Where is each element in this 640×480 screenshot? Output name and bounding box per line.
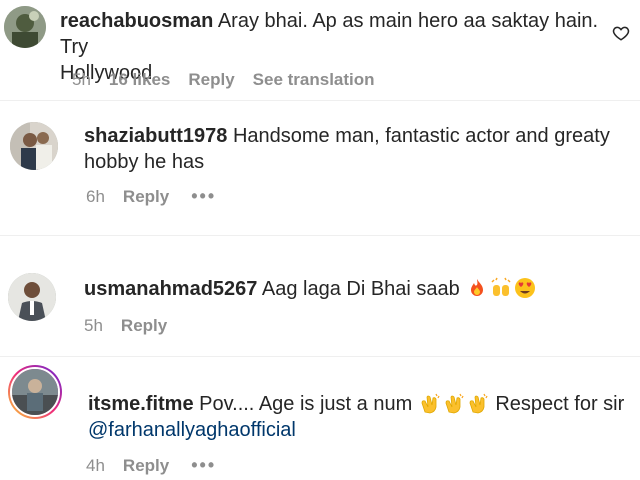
comment-username[interactable]: itsme.fitme [88, 393, 194, 415]
comment-body-line1: Pov.... Age is just a num [199, 393, 413, 415]
comment-body-line1: Handsome man, fantastic actor and greaty [232, 125, 610, 147]
fire-emoji-icon [471, 279, 484, 296]
clapping-hands-emoji-icon [421, 393, 440, 414]
avatar-image [4, 6, 46, 48]
comment-reachabuosman: reachabuosman Aray bhai. Ap as main hero… [0, 0, 640, 100]
comment-shaziabutt1978: shaziabutt1978 Handsome man, fantastic a… [0, 101, 640, 235]
heart-eyes-emoji-icon [515, 278, 536, 298]
avatar[interactable] [8, 273, 56, 321]
comment-body-after-emojis: Respect for sir [495, 393, 625, 415]
comment-text: itsme.fitme Pov.... Age is just a num Re… [88, 391, 628, 443]
comment-time: 6h [86, 186, 105, 206]
avatar [10, 367, 60, 417]
comment-body-line2: hobby he has [84, 151, 205, 173]
reply-button[interactable]: Reply [188, 70, 234, 90]
clapping-hands-emoji-icon [445, 393, 464, 414]
more-options-icon[interactable]: ••• [191, 186, 216, 207]
avatar-image [10, 122, 58, 170]
raising-hands-emoji-icon [491, 277, 511, 296]
avatar-image [8, 273, 56, 321]
comment-time: 4h [86, 455, 105, 475]
comment-meta: 5h 16 likes Reply See translation [72, 70, 375, 90]
comment-itsme-fitme: itsme.fitme Pov.... Age is just a num Re… [0, 357, 640, 480]
comment-meta: 4h Reply ••• [86, 455, 216, 476]
comment-time: 5h [84, 316, 103, 335]
clapping-hands-emoji-icon [469, 393, 488, 414]
mention-link[interactable]: @farhanallyaghaofficial [88, 419, 296, 441]
avatar[interactable] [4, 6, 46, 48]
reply-button[interactable]: Reply [123, 187, 169, 207]
comment-text: usmanahmad5267 Aag laga Di Bhai saab [84, 276, 624, 302]
see-translation-button[interactable]: See translation [253, 70, 375, 90]
avatar-image [12, 369, 58, 415]
heart-icon[interactable] [612, 24, 630, 42]
comment-time: 5h [72, 70, 91, 89]
likes-count[interactable]: 16 likes [109, 70, 170, 90]
avatar-story-ring[interactable] [8, 365, 62, 419]
comment-username[interactable]: shaziabutt1978 [84, 125, 227, 147]
reply-button[interactable]: Reply [123, 456, 169, 476]
comment-meta: 5h Reply [84, 316, 185, 336]
comment-usmanahmad5267: usmanahmad5267 Aag laga Di Bhai saab 5h … [0, 236, 640, 356]
avatar[interactable] [10, 122, 58, 170]
comment-meta: 6h Reply ••• [86, 186, 216, 207]
comment-body-line1: Aag laga Di Bhai saab [261, 278, 460, 300]
comment-username[interactable]: usmanahmad5267 [84, 278, 257, 300]
comment-username[interactable]: reachabuosman [60, 10, 213, 32]
reply-button[interactable]: Reply [121, 316, 167, 336]
comment-text: shaziabutt1978 Handsome man, fantastic a… [84, 123, 624, 175]
more-options-icon[interactable]: ••• [191, 455, 216, 476]
